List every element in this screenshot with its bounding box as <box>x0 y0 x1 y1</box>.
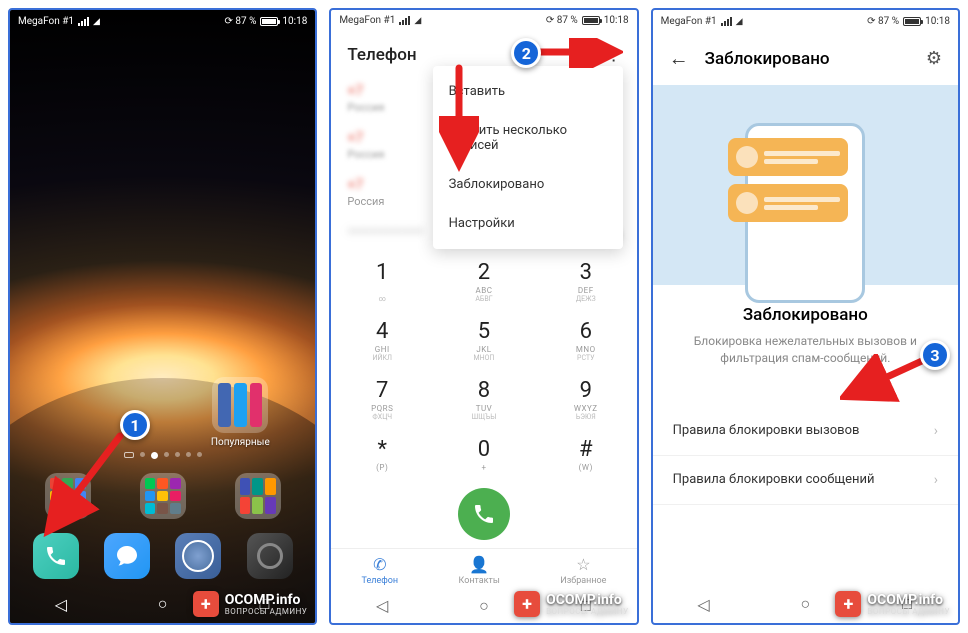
dialpad-key-#[interactable]: #(W) <box>535 429 637 480</box>
watermark-icon: + <box>514 591 540 617</box>
folder-apps-2[interactable] <box>140 473 186 519</box>
dialer-title: Телефон <box>347 45 416 65</box>
tab-favorites[interactable]: ☆Избранное <box>560 555 606 586</box>
nav-home-icon[interactable]: ○ <box>154 595 172 613</box>
clock-label: 10:18 <box>925 16 950 27</box>
dialpad-key-5[interactable]: 5JKLМНОП <box>433 311 535 370</box>
rule-block-calls[interactable]: Правила блокировки вызовов › <box>653 407 958 456</box>
nav-home-icon[interactable]: ○ <box>475 597 493 615</box>
signal-icon <box>721 17 732 26</box>
blocked-description: Блокировка нежелательных вызовов и фильт… <box>677 333 934 367</box>
battery-label: ⟳ 87 % <box>546 15 578 26</box>
messages-app-icon[interactable] <box>104 533 150 579</box>
dialpad: 1 ∞2ABCАБВГ3DEFДЕЖЗ 4GHIИЙКЛ5JKLМНОП6MNOР… <box>331 252 636 480</box>
screen-dialer: MegaFon #1 ⟳ 87 % 10:18 Телефон ⋮ +7 Рос… <box>329 8 638 625</box>
annotation-badge-1: 1 <box>120 410 150 440</box>
dialpad-key-0[interactable]: 0+ <box>433 429 535 480</box>
nav-back-icon[interactable]: ◁ <box>695 595 713 613</box>
tab-contacts[interactable]: 👤Контакты <box>459 555 500 586</box>
app-row <box>10 467 315 525</box>
clock-label: 10:18 <box>282 16 307 27</box>
signal-icon <box>399 16 410 25</box>
back-button[interactable]: ← <box>669 46 689 71</box>
carrier-label: MegaFon #1 <box>339 15 395 26</box>
chevron-right-icon: › <box>934 472 938 488</box>
chevron-right-icon: › <box>934 423 938 439</box>
nav-home-icon[interactable]: ○ <box>796 595 814 613</box>
wifi-icon <box>414 15 421 26</box>
battery-label: ⟳ 87 % <box>867 16 899 27</box>
dialpad-key-2[interactable]: 2ABCАБВГ <box>433 252 535 311</box>
menu-item-settings[interactable]: Настройки <box>433 204 623 243</box>
menu-item-delete-multiple[interactable]: Удалить несколько записей <box>433 111 623 165</box>
menu-item-paste[interactable]: Вставить <box>433 72 623 111</box>
status-bar: MegaFon #1 ⟳ 87 % 10:18 <box>331 10 636 30</box>
dialpad-key-9[interactable]: 9WXYZЬЭЮЯ <box>535 370 637 429</box>
browser-app-icon[interactable] <box>175 533 221 579</box>
settings-button[interactable]: ⚙ <box>926 48 942 69</box>
rule-block-messages[interactable]: Правила блокировки сообщений › <box>653 456 958 505</box>
watermark: + OCOMP.infoВОПРОСЫ АДМИНУ <box>835 591 950 617</box>
folder-label: Популярные <box>205 437 275 448</box>
menu-item-blocked[interactable]: Заблокировано <box>433 165 623 204</box>
wifi-icon <box>93 16 100 27</box>
watermark-icon: + <box>193 591 219 617</box>
tab-phone[interactable]: ✆Телефон <box>362 555 399 586</box>
dialpad-key-6[interactable]: 6MNOРСТУ <box>535 311 637 370</box>
watermark: + OCOMP.infoВОПРОСЫ АДМИНУ <box>514 591 629 617</box>
page-title: Заблокировано <box>705 49 910 69</box>
bottom-tabs: ✆Телефон 👤Контакты ☆Избранное <box>331 548 636 588</box>
carrier-label: MegaFon #1 <box>661 16 717 27</box>
dialpad-key-*[interactable]: *(P) <box>331 429 433 480</box>
rules-list: Правила блокировки вызовов › Правила бло… <box>653 407 958 505</box>
screen-blocked: MegaFon #1 ⟳ 87 % 10:18 ← Заблокировано … <box>651 8 960 625</box>
folder-apps-3[interactable] <box>235 473 281 519</box>
status-bar: MegaFon #1 ⟳ 87 % 10:18 <box>10 10 315 32</box>
illustration <box>653 85 958 285</box>
folder-google[interactable] <box>45 473 91 519</box>
blocked-heading: Заблокировано <box>677 305 934 325</box>
battery-icon <box>582 16 600 25</box>
overflow-menu: Вставить Удалить несколько записей Забло… <box>433 66 623 249</box>
status-bar: MegaFon #1 ⟳ 87 % 10:18 <box>653 10 958 32</box>
watermark: + OCOMP.infoВОПРОСЫ АДМИНУ <box>193 591 308 617</box>
folder-icon <box>212 377 268 433</box>
dock <box>10 527 315 585</box>
battery-icon <box>903 17 921 26</box>
call-button[interactable] <box>458 488 510 540</box>
annotation-badge-3: 3 <box>920 340 950 370</box>
battery-label: ⟳ 87 % <box>225 16 257 27</box>
dialpad-key-3[interactable]: 3DEFДЕЖЗ <box>535 252 637 311</box>
clock-label: 10:18 <box>604 15 629 26</box>
phone-icon: ✆ <box>373 555 386 574</box>
battery-icon <box>260 17 278 26</box>
dialpad-key-1[interactable]: 1 ∞ <box>331 252 433 311</box>
star-icon: ☆ <box>576 555 590 574</box>
phone-app-icon[interactable] <box>33 533 79 579</box>
watermark-icon: + <box>835 591 861 617</box>
page-indicator[interactable] <box>10 452 315 459</box>
wifi-icon <box>736 16 743 27</box>
dialpad-key-4[interactable]: 4GHIИЙКЛ <box>331 311 433 370</box>
nav-back-icon[interactable]: ◁ <box>373 597 391 615</box>
screen-home: MegaFon #1 ⟳ 87 % 10:18 Популярные <box>8 8 317 625</box>
dialpad-key-8[interactable]: 8TUVШЩЪЫ <box>433 370 535 429</box>
dialpad-key-7[interactable]: 7PQRSФХЦЧ <box>331 370 433 429</box>
camera-app-icon[interactable] <box>247 533 293 579</box>
contacts-icon: 👤 <box>469 555 489 574</box>
blocked-header: ← Заблокировано ⚙ <box>653 32 958 85</box>
signal-icon <box>78 17 89 26</box>
menu-button[interactable]: ⋮ <box>605 44 621 65</box>
carrier-label: MegaFon #1 <box>18 16 74 27</box>
folder-popular[interactable]: Популярные <box>205 377 275 448</box>
nav-back-icon[interactable]: ◁ <box>52 595 70 613</box>
